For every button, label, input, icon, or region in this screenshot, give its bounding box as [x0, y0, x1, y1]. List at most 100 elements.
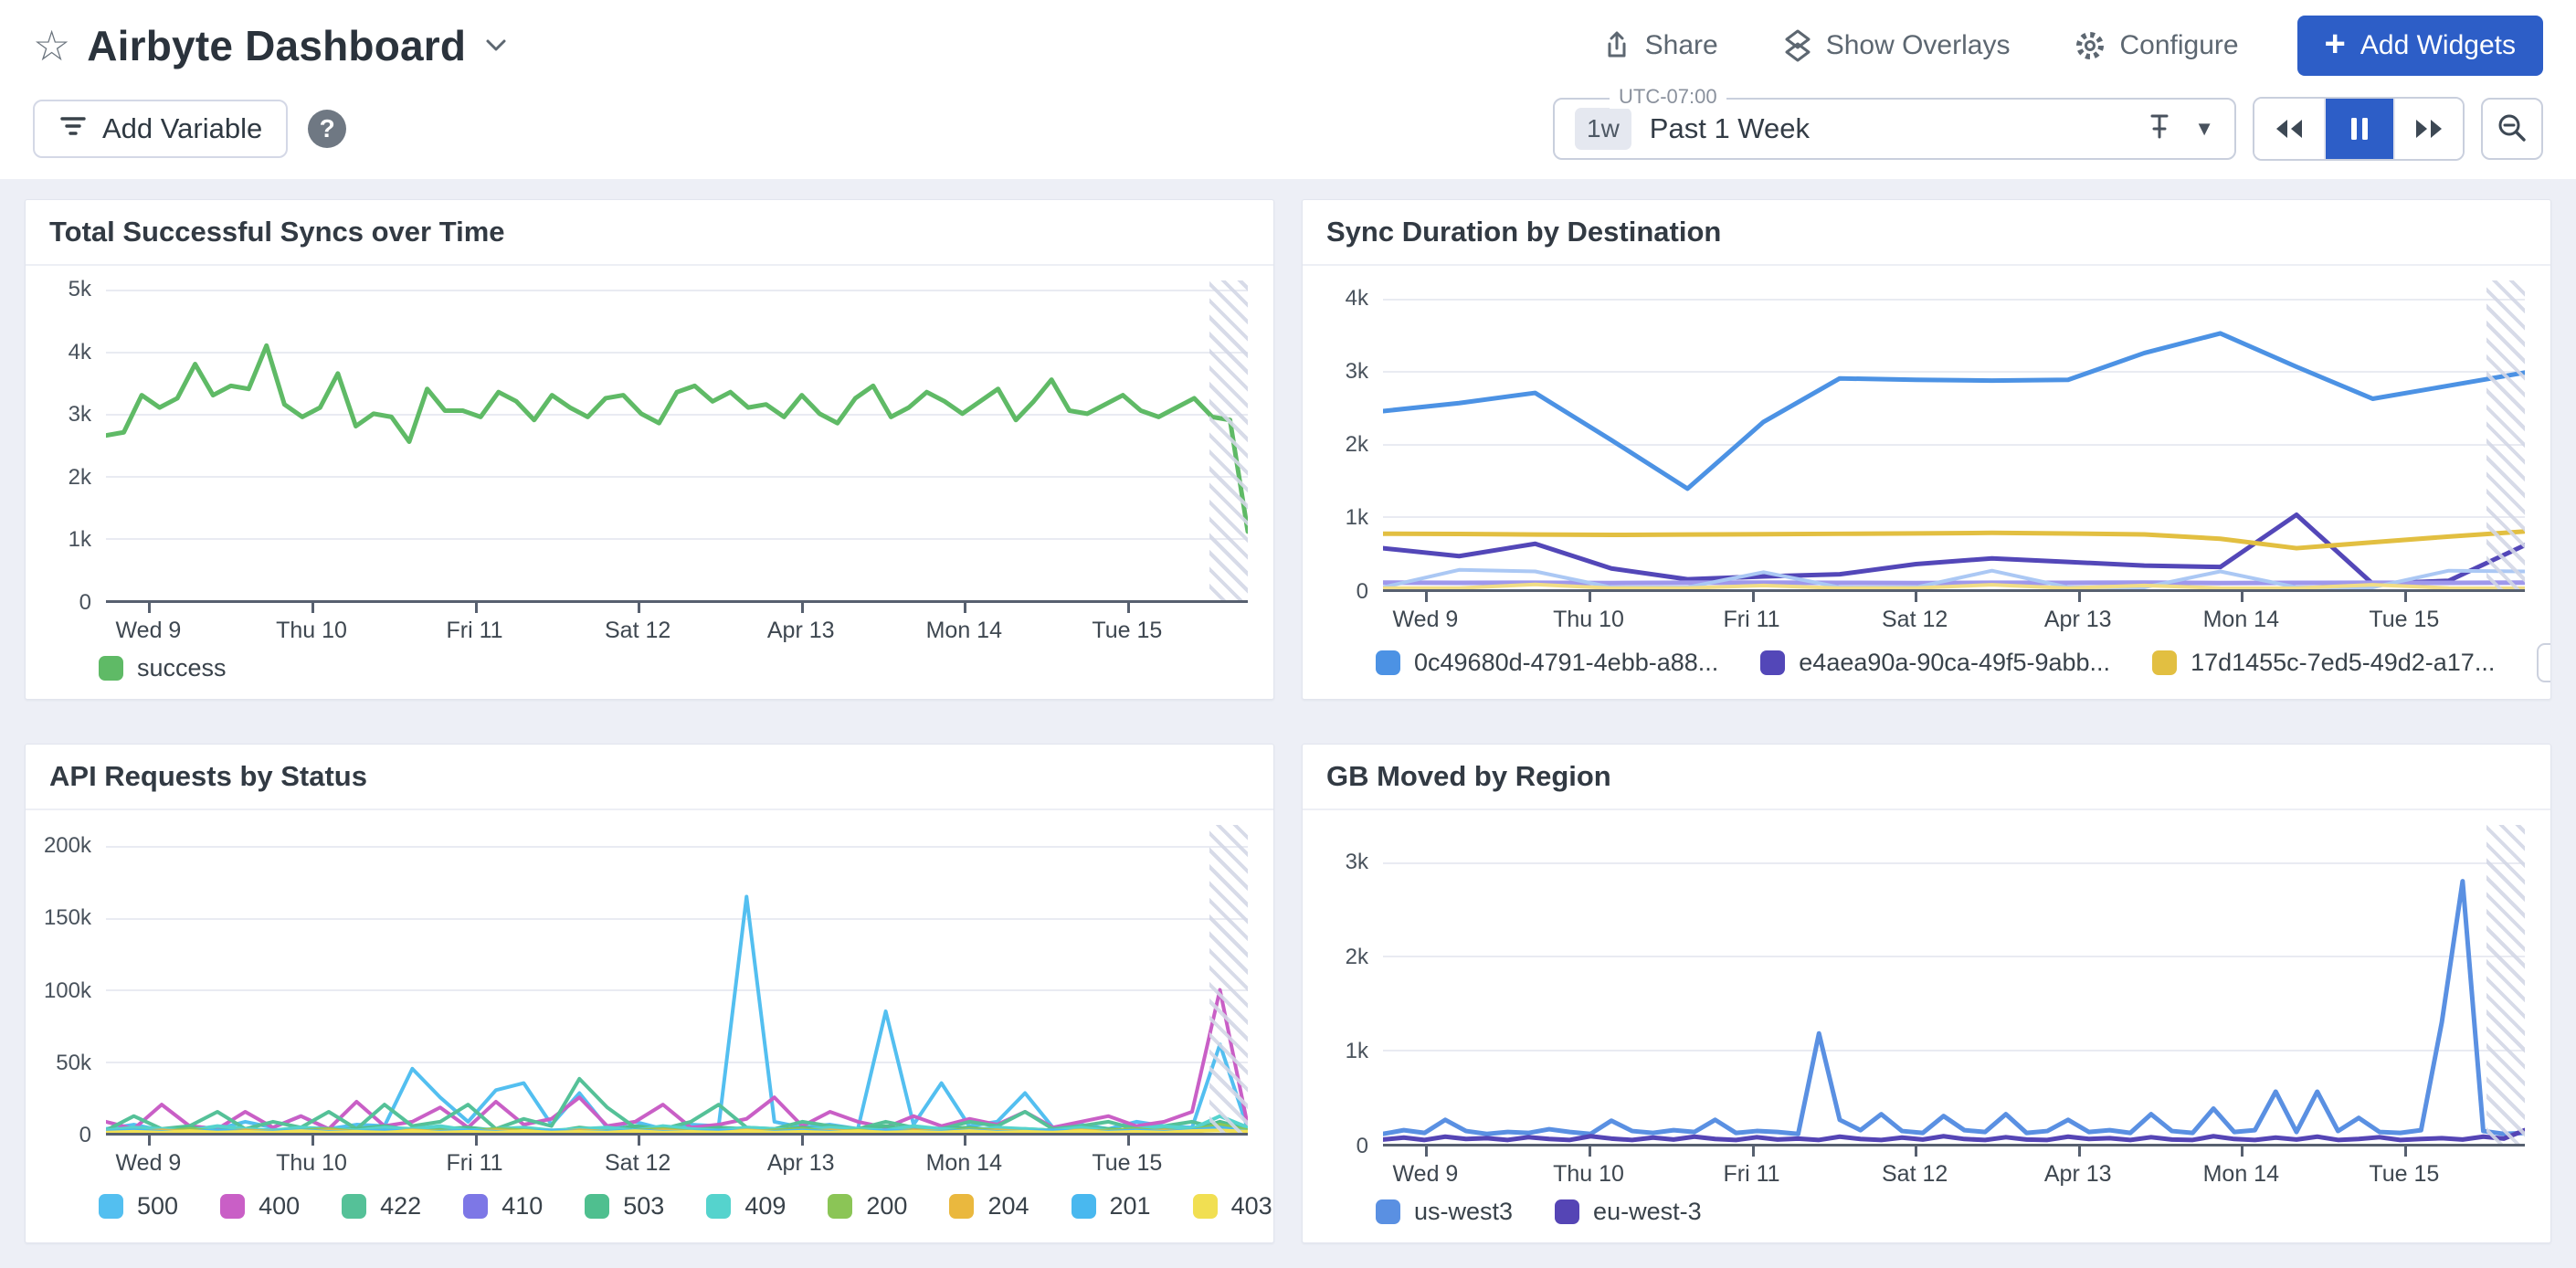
- legend-swatch: [1376, 650, 1400, 675]
- range-shortcut-chip[interactable]: 1w: [1575, 108, 1631, 150]
- dashboard-title-group[interactable]: ☆ Airbyte Dashboard: [33, 21, 510, 70]
- overlays-icon: [1782, 29, 1813, 62]
- legend-swatch: [220, 1194, 245, 1219]
- help-icon[interactable]: ?: [308, 110, 346, 148]
- y-tick-label: 1k: [1346, 1039, 1368, 1064]
- legend-swatch: [828, 1194, 852, 1219]
- legend-item[interactable]: 403: [1193, 1192, 1272, 1220]
- x-tick-label: Mon 14: [2203, 1161, 2279, 1188]
- range-caret-down-icon[interactable]: ▼: [2194, 117, 2214, 141]
- y-tick-label: 3k: [1346, 850, 1368, 875]
- toolbar: Add Variable ? UTC-07:00 1w Past 1 Week …: [0, 91, 2576, 179]
- legend-swatch: [2152, 650, 2177, 675]
- add-widgets-button[interactable]: + Add Widgets: [2297, 16, 2543, 76]
- legend-label: 409: [744, 1192, 786, 1220]
- x-tick-label: Tue 15: [1092, 1150, 1162, 1177]
- plot-area[interactable]: [106, 280, 1248, 603]
- gear-icon: [2074, 29, 2106, 62]
- legend-label: 400: [259, 1192, 300, 1220]
- time-range-picker[interactable]: UTC-07:00 1w Past 1 Week ▼: [1553, 98, 2236, 160]
- legend-item[interactable]: 500: [99, 1192, 178, 1220]
- legend-item[interactable]: eu-west-3: [1555, 1198, 1702, 1226]
- legend-item[interactable]: 204: [949, 1192, 1029, 1220]
- widget-title: Sync Duration by Destination: [1303, 200, 2550, 266]
- legend-item[interactable]: 410: [463, 1192, 543, 1220]
- x-axis-labels: Wed 9Thu 10Fri 11Sat 12Apr 13Mon 14Tue 1…: [1383, 592, 2525, 639]
- legend-item[interactable]: e4aea90a-90ca-49f5-9abb...: [1760, 649, 2110, 677]
- plot-area[interactable]: [1383, 825, 2525, 1147]
- incomplete-data-hatch: [2486, 825, 2526, 1145]
- zoom-out-button[interactable]: [2481, 98, 2543, 160]
- legend-item[interactable]: us-west3: [1376, 1198, 1513, 1226]
- show-overlays-button[interactable]: Show Overlays: [1777, 28, 2016, 63]
- legend-item[interactable]: 409: [706, 1192, 786, 1220]
- x-tick-mark: [964, 603, 966, 613]
- x-tick-mark: [1915, 592, 1917, 602]
- incomplete-data-hatch: [2486, 280, 2526, 589]
- time-forward-button[interactable]: [2393, 99, 2463, 159]
- title-chevron-down-icon[interactable]: [482, 37, 510, 55]
- y-tick-label: 5k: [69, 277, 91, 302]
- x-tick-label: Mon 14: [2203, 607, 2279, 633]
- legend-swatch: [99, 656, 123, 681]
- x-tick-mark: [1589, 1146, 1591, 1157]
- legend-more-button[interactable]: +6: [2537, 643, 2551, 682]
- x-tick-mark: [311, 603, 314, 613]
- legend-item[interactable]: success: [99, 654, 227, 682]
- configure-button[interactable]: Configure: [2068, 28, 2243, 63]
- share-button[interactable]: Share: [1596, 29, 1724, 62]
- legend-item[interactable]: 422: [342, 1192, 421, 1220]
- widget-title: GB Moved by Region: [1303, 745, 2550, 810]
- legend-item[interactable]: 17d1455c-7ed5-49d2-a17...: [2152, 649, 2495, 677]
- legend-swatch: [949, 1194, 974, 1219]
- legend: us-west3 eu-west-3: [1376, 1198, 2525, 1226]
- y-tick-label: 50k: [56, 1051, 91, 1076]
- plot-area[interactable]: [1383, 280, 2525, 592]
- legend-label: 403: [1231, 1192, 1272, 1220]
- time-backward-button[interactable]: [2254, 99, 2324, 159]
- favorite-star-icon[interactable]: ☆: [33, 25, 70, 67]
- series-line-us-west3: [1383, 881, 2525, 1134]
- y-axis-labels: 3k2k1k0: [1303, 825, 1383, 1147]
- incomplete-data-hatch: [1209, 825, 1249, 1134]
- y-tick-label: 2k: [1346, 432, 1368, 458]
- x-tick-mark: [1589, 592, 1591, 602]
- x-tick-mark: [311, 1136, 314, 1146]
- legend-label: 204: [987, 1192, 1029, 1220]
- range-label: Past 1 Week: [1650, 112, 1810, 145]
- y-tick-label: 100k: [44, 978, 91, 1004]
- legend-label: us-west3: [1414, 1198, 1513, 1226]
- pin-icon[interactable]: [2147, 112, 2172, 146]
- add-variable-button[interactable]: Add Variable: [33, 100, 288, 158]
- legend-label: 410: [501, 1192, 543, 1220]
- x-tick-label: Thu 10: [276, 1150, 347, 1177]
- legend-item[interactable]: 200: [828, 1192, 907, 1220]
- widget-sync-duration-by-destination: Sync Duration by Destination 4k3k2k1k0 W…: [1302, 199, 2551, 700]
- header: ☆ Airbyte Dashboard Share Show Overlays: [0, 0, 2576, 91]
- plus-icon: +: [2325, 26, 2346, 62]
- legend-item[interactable]: 400: [220, 1192, 300, 1220]
- legend-item[interactable]: 503: [585, 1192, 664, 1220]
- x-tick-mark: [964, 1136, 966, 1146]
- page-title: Airbyte Dashboard: [87, 21, 466, 70]
- legend-item[interactable]: 0c49680d-4791-4ebb-a88...: [1376, 649, 1718, 677]
- legend-swatch: [463, 1194, 488, 1219]
- y-tick-label: 4k: [1346, 286, 1368, 312]
- y-tick-label: 2k: [1346, 945, 1368, 970]
- legend-item[interactable]: 201: [1072, 1192, 1151, 1220]
- x-tick-mark: [475, 603, 478, 613]
- series-line-17d1455c-7ed5-49d2-a17...: [1383, 532, 2525, 548]
- x-tick-mark: [1425, 592, 1428, 602]
- x-tick-mark: [638, 603, 640, 613]
- x-tick-mark: [1127, 603, 1130, 613]
- legend-label: 0c49680d-4791-4ebb-a88...: [1414, 649, 1718, 677]
- x-tick-label: Wed 9: [116, 618, 182, 644]
- legend-swatch: [1376, 1199, 1400, 1224]
- dashboard-canvas: Total Successful Syncs over Time 5k4k3k2…: [0, 179, 2576, 1268]
- y-tick-label: 2k: [69, 465, 91, 491]
- plot-area[interactable]: [106, 825, 1248, 1136]
- legend: 0c49680d-4791-4ebb-a88... e4aea90a-90ca-4…: [1376, 643, 2525, 682]
- time-controls: UTC-07:00 1w Past 1 Week ▼: [1553, 97, 2543, 161]
- x-tick-label: Apr 13: [2044, 607, 2112, 633]
- pause-live-button[interactable]: [2324, 99, 2393, 159]
